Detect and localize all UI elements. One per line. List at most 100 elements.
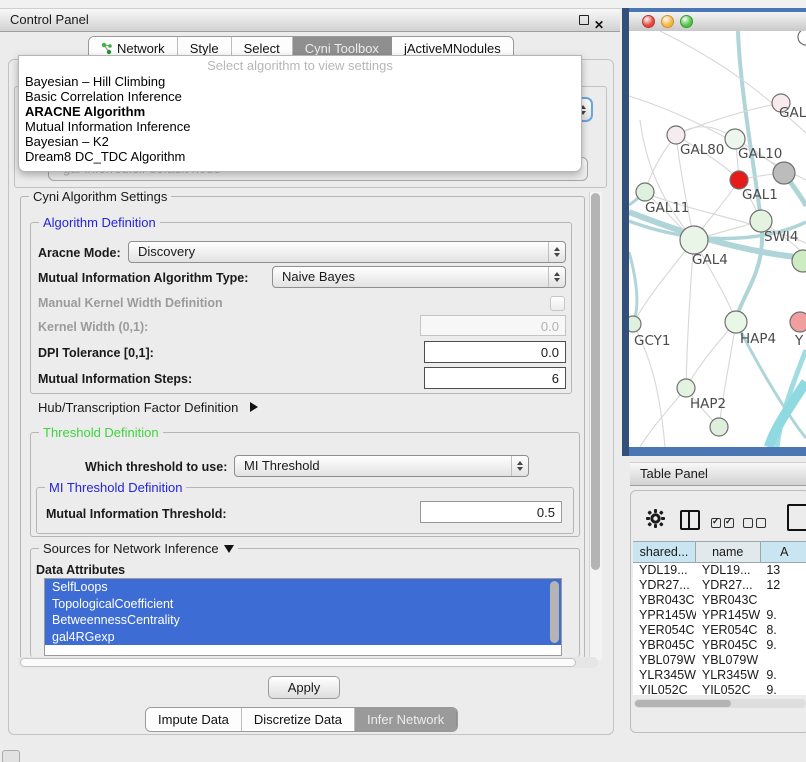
minimized-panel-icon[interactable] — [2, 750, 20, 762]
which-threshold-value: MI Threshold — [244, 456, 320, 476]
network-node-gal4[interactable] — [680, 226, 708, 254]
column-header[interactable]: name — [696, 542, 761, 562]
column-header[interactable]: shared... — [633, 542, 696, 562]
float-icon[interactable] — [578, 14, 590, 26]
network-node[interactable] — [773, 162, 795, 184]
table-cell: 12 — [760, 578, 806, 593]
manual-kernel-checkbox[interactable] — [550, 296, 565, 311]
minimize-light[interactable] — [661, 15, 674, 28]
table-cell: YBR045C — [633, 638, 696, 653]
table-row[interactable]: YPR145WYPR145W9. — [633, 608, 806, 623]
network-node-hap2[interactable] — [677, 379, 695, 397]
table-cell: YPR145W — [696, 608, 760, 623]
algorithm-option[interactable]: Dream8 DC_TDC Algorithm — [19, 149, 581, 164]
table-cell: YIL052C — [696, 683, 760, 695]
list-scrollbar-thumb[interactable] — [550, 581, 559, 643]
table-cell: 8. — [760, 623, 806, 638]
network-node-hap4[interactable] — [725, 311, 747, 333]
close-light[interactable] — [642, 15, 655, 28]
sources-title: Sources for Network Inference — [43, 541, 219, 556]
tab-label: Impute Data — [158, 712, 229, 727]
network-window-titlebar[interactable] — [629, 12, 806, 32]
tab-impute-data[interactable]: Impute Data — [146, 708, 242, 731]
data-attributes-items: SelfLoopsTopologicalCoefficientBetweenne… — [45, 579, 561, 645]
algorithm-dropdown: Select algorithm to view settings Bayesi… — [18, 55, 582, 172]
table-row[interactable]: YER054CYER054C8. — [633, 623, 806, 638]
algorithm-option[interactable]: Basic Correlation Inference — [19, 89, 581, 104]
screen: Control Panel gal-inferred.sif default n… — [0, 0, 806, 762]
hub-definition-expander[interactable]: Hub/Transcription Factor Definition — [38, 400, 258, 415]
algorithm-option[interactable]: Bayesian – K2 — [19, 134, 581, 149]
attribute-item[interactable]: gal4RGexp — [45, 629, 561, 646]
tab-label: Select — [244, 41, 280, 56]
column-browser-icon[interactable] — [680, 510, 700, 530]
dpi-tolerance-input[interactable]: 0.0 — [424, 341, 566, 363]
settings-hscroll-track[interactable] — [18, 657, 598, 668]
stepper-icon — [548, 242, 565, 262]
table-cell: YIL052C — [633, 683, 696, 695]
network-node-y[interactable] — [790, 312, 806, 332]
settings-vscroll-track[interactable] — [589, 192, 602, 660]
network-node-label: Y — [794, 333, 804, 349]
table-row[interactable]: YDL19...YDL19...13 — [633, 563, 806, 578]
algorithm-option[interactable]: Mutual Information Inference — [19, 119, 581, 134]
which-threshold-label: Which threshold to use: — [85, 460, 227, 474]
close-icon[interactable] — [594, 14, 606, 26]
kernel-width-input[interactable]: 0.0 — [420, 315, 566, 336]
select-all-icon[interactable] — [711, 514, 737, 532]
new-table-icon[interactable] — [787, 504, 806, 531]
sources-title-row[interactable]: Sources for Network Inference — [39, 541, 238, 556]
table-cell: YPR145W — [633, 608, 696, 623]
network-node-gal11[interactable] — [636, 183, 654, 201]
network-node-label: GAL80 — [680, 142, 724, 158]
mi-threshold-input[interactable]: 0.5 — [420, 501, 562, 523]
network-node[interactable] — [710, 418, 728, 436]
tab-discretize-data[interactable]: Discretize Data — [242, 708, 355, 731]
network-window[interactable]: GALGAL80GAL10GAL1GAL11SWI4GAL4GCY1HAP4YH… — [622, 8, 806, 456]
algorithm-option[interactable]: ARACNE Algorithm — [19, 104, 581, 119]
threshold-definition-title: Threshold Definition — [39, 425, 163, 440]
column-header[interactable]: A — [761, 542, 806, 562]
tab-label: Cyni Toolbox — [305, 41, 379, 56]
network-node-label: HAP4 — [740, 331, 776, 347]
network-node[interactable] — [798, 31, 806, 45]
network-canvas[interactable]: GALGAL80GAL10GAL1GAL11SWI4GAL4GCY1HAP4YH… — [629, 31, 806, 447]
manual-kernel-label: Manual Kernel Width Definition — [38, 296, 223, 310]
which-threshold-select[interactable]: MI Threshold — [234, 455, 529, 477]
apply-button[interactable]: Apply — [268, 676, 340, 699]
tab-label: Discretize Data — [254, 712, 342, 727]
table-cell: YBL079W — [696, 653, 760, 668]
table-row[interactable]: YDR27...YDR27...12 — [633, 578, 806, 593]
table-row[interactable]: YBR045CYBR045C9. — [633, 638, 806, 653]
network-graph: GALGAL80GAL10GAL1GAL11SWI4GAL4GCY1HAP4YH… — [629, 31, 806, 447]
deselect-all-icon[interactable] — [743, 514, 769, 532]
attribute-item[interactable]: SelfLoops — [45, 579, 561, 596]
attribute-item[interactable]: TopologicalCoefficient — [45, 596, 561, 613]
network-node-label: GCY1 — [634, 333, 671, 349]
network-node[interactable] — [792, 250, 806, 272]
aracne-mode-select[interactable]: Discovery — [128, 241, 566, 263]
control-panel-title: Control Panel — [10, 9, 89, 31]
mi-threshold-label: Mutual Information Threshold: — [46, 507, 227, 521]
algorithm-option[interactable]: Bayesian – Hill Climbing — [19, 74, 581, 89]
table-cell: 9. — [760, 638, 806, 653]
table-row[interactable]: YLR345WYLR345W9. — [633, 668, 806, 683]
algorithm-dropdown-items: Bayesian – Hill ClimbingBasic Correlatio… — [19, 74, 581, 164]
network-node-label: GAL — [779, 105, 806, 121]
table-row[interactable]: YIL052CYIL052C9. — [633, 683, 806, 695]
node-table: shared...nameA YDL19...YDL19...13YDR27..… — [633, 541, 806, 695]
triangle-down-icon — [224, 545, 234, 553]
table-cell: YLR345W — [696, 668, 760, 683]
zoom-light[interactable] — [680, 15, 693, 28]
gear-icon[interactable] — [646, 509, 665, 533]
aracne-mode-value: Discovery — [138, 242, 195, 262]
network-node-gcy1[interactable] — [629, 316, 641, 332]
attribute-item[interactable]: BetweennessCentrality — [45, 612, 561, 629]
tab-infer-network[interactable]: Infer Network — [355, 708, 457, 731]
table-hscroll-track[interactable] — [634, 699, 806, 708]
mi-steps-input[interactable]: 6 — [424, 367, 566, 389]
table-row[interactable]: YBR043CYBR043C — [633, 593, 806, 608]
mi-type-select[interactable]: Naive Bayes — [272, 266, 566, 288]
table-row[interactable]: YBL079WYBL079W — [633, 653, 806, 668]
data-attributes-list[interactable]: SelfLoopsTopologicalCoefficientBetweenne… — [44, 578, 562, 656]
